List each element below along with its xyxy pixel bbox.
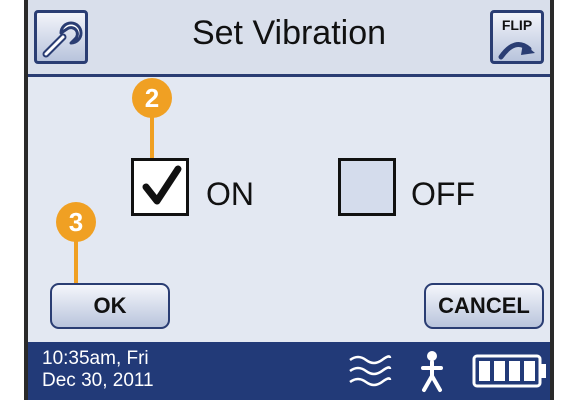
flip-button[interactable]: FLIP	[490, 10, 544, 64]
callout-3: 3	[56, 202, 96, 242]
status-date: Dec 30, 2011	[42, 370, 154, 391]
battery-cell	[494, 361, 505, 381]
callout-leader-line	[74, 240, 78, 284]
settings-button[interactable]	[34, 10, 88, 64]
battery-cell	[479, 361, 490, 381]
callout-leader-line	[150, 116, 154, 160]
cancel-button[interactable]: CANCEL	[424, 283, 544, 329]
title-bar: Set Vibration FLIP	[28, 0, 550, 77]
callout-2: 2	[132, 78, 172, 118]
battery-icon	[472, 354, 546, 388]
page-title: Set Vibration	[191, 14, 387, 52]
wrench-icon	[42, 21, 83, 58]
checkmark-icon	[142, 165, 182, 205]
vibration-waves-icon	[349, 355, 392, 387]
device-screen: Set Vibration FLIP 2 ON OFF 3 OK CANCEL …	[24, 0, 554, 400]
on-label: ON	[206, 176, 254, 212]
battery-cell	[509, 361, 520, 381]
flip-arrow-icon	[498, 42, 535, 60]
status-bar: 10:35am, Fri Dec 30, 2011	[28, 342, 550, 400]
battery-cell	[524, 361, 535, 381]
ok-button[interactable]: OK	[50, 283, 170, 329]
on-checkbox[interactable]	[131, 158, 189, 216]
person-icon	[421, 351, 443, 392]
status-datetime: 10:35am, Fri Dec 30, 2011	[42, 348, 154, 392]
off-label: OFF	[411, 176, 475, 212]
flip-button-label: FLIP	[501, 17, 533, 33]
status-time: 10:35am, Fri	[42, 348, 149, 369]
off-checkbox[interactable]	[338, 158, 396, 216]
